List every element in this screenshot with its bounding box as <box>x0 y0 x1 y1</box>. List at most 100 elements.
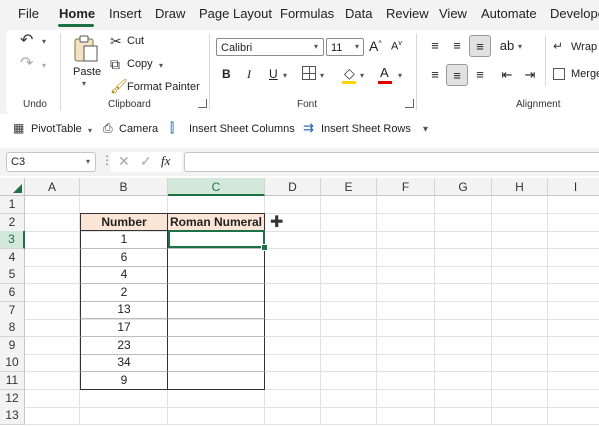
grid-cell[interactable] <box>25 372 80 390</box>
menu-draw[interactable]: Draw <box>155 6 185 21</box>
grid-cell[interactable] <box>25 319 80 338</box>
grid-cell[interactable] <box>321 284 377 302</box>
row-header-8[interactable]: 8 <box>0 319 25 338</box>
paste-icon[interactable] <box>72 34 100 64</box>
table-header-roman[interactable]: Roman Numeral <box>168 213 265 231</box>
grid-cell[interactable] <box>25 301 80 320</box>
insert-rows-icon[interactable]: ⇉ <box>303 121 314 134</box>
grid-cell[interactable] <box>492 389 548 408</box>
grid-cell[interactable] <box>321 248 377 267</box>
grid-cell[interactable] <box>265 354 321 373</box>
copy-button[interactable]: Copy <box>127 58 153 70</box>
increase-indent-icon[interactable]: ⇥ <box>519 64 541 86</box>
insert-sheet-columns-button[interactable]: Insert Sheet Columns <box>189 123 295 135</box>
shrink-font-button[interactable]: Av <box>391 40 402 53</box>
undo-icon[interactable]: ↶ <box>20 33 33 49</box>
grid-cell[interactable] <box>435 213 492 232</box>
redo-icon[interactable]: ↷ <box>20 56 33 72</box>
column-header-e[interactable]: E <box>321 178 377 196</box>
grid-cell[interactable] <box>168 407 265 426</box>
table-cell-roman[interactable] <box>168 354 265 373</box>
grid-cell[interactable] <box>377 231 435 250</box>
grid-cell[interactable] <box>377 266 435 285</box>
align-left-icon[interactable]: ≡ <box>424 64 446 86</box>
grid-cell[interactable] <box>435 196 492 214</box>
grid-cell[interactable] <box>377 336 435 355</box>
grid-cell[interactable] <box>25 196 80 214</box>
align-right-icon[interactable]: ≡ <box>469 64 491 86</box>
align-top-icon[interactable]: ≡ <box>424 35 446 57</box>
pivot-table-icon[interactable]: ▦ <box>13 122 24 134</box>
grid-cell[interactable] <box>25 213 80 232</box>
grid-cell[interactable] <box>377 301 435 320</box>
menu-developer[interactable]: Develope <box>550 6 599 21</box>
grid-cell[interactable] <box>321 319 377 338</box>
table-cell-number[interactable]: 34 <box>80 354 168 373</box>
grid-cell[interactable] <box>492 213 548 232</box>
table-cell-number[interactable]: 2 <box>80 283 168 302</box>
row-header-6[interactable]: 6 <box>0 284 25 302</box>
grid-cell[interactable] <box>265 266 321 285</box>
row-header-12[interactable]: 12 <box>0 389 25 408</box>
grid-cell[interactable] <box>265 372 321 390</box>
grid-cell[interactable] <box>548 196 599 214</box>
format-painter-icon[interactable]: 🖌 <box>110 79 128 93</box>
font-name-select[interactable]: Calibri <box>216 38 324 56</box>
table-cell-roman[interactable] <box>168 266 265 285</box>
grid-cell[interactable] <box>492 336 548 355</box>
font-color-dropdown-icon[interactable]: ▾ <box>398 71 402 80</box>
table-cell-number[interactable]: 4 <box>80 266 168 285</box>
enter-icon[interactable]: ✓ <box>140 153 152 170</box>
grid-cell[interactable] <box>548 407 599 426</box>
grid-cell[interactable] <box>377 284 435 302</box>
menu-automate[interactable]: Automate <box>481 6 537 21</box>
column-header-i[interactable]: I <box>548 178 599 196</box>
table-cell-number[interactable]: 1 <box>80 231 168 249</box>
grid-cell[interactable] <box>435 336 492 355</box>
menu-page-layout[interactable]: Page Layout <box>199 6 272 21</box>
grid-cell[interactable] <box>548 302 599 320</box>
grid-cell[interactable] <box>265 389 321 408</box>
grid-cell[interactable] <box>265 284 321 302</box>
grid-cell[interactable] <box>25 354 80 373</box>
merge-button[interactable]: Merge <box>571 68 599 80</box>
grid-cell[interactable] <box>377 213 435 232</box>
column-header-g[interactable]: G <box>435 178 492 196</box>
underline-button[interactable]: U <box>269 67 278 81</box>
menu-data[interactable]: Data <box>345 6 372 21</box>
fill-color-dropdown-icon[interactable]: ▾ <box>360 71 364 80</box>
grid-cell[interactable] <box>321 354 377 373</box>
menu-review[interactable]: Review <box>386 6 429 21</box>
copy-icon[interactable]: ⧉ <box>110 57 120 71</box>
column-header-f[interactable]: F <box>377 178 435 196</box>
pivot-table-dropdown-icon[interactable]: ▾ <box>88 126 92 135</box>
column-header-b[interactable]: B <box>80 178 168 196</box>
grid-cell[interactable] <box>265 301 321 320</box>
grid-cell[interactable] <box>492 266 548 285</box>
column-header-c[interactable]: C <box>168 178 265 196</box>
undo-dropdown-icon[interactable]: ▾ <box>42 37 46 46</box>
grid-cell[interactable] <box>492 196 548 214</box>
borders-dropdown-icon[interactable]: ▾ <box>320 71 324 80</box>
row-header-5[interactable]: 5 <box>0 266 25 285</box>
table-cell-number[interactable]: 9 <box>80 371 168 390</box>
grid-cell[interactable] <box>377 354 435 373</box>
table-cell-number[interactable]: 13 <box>80 301 168 320</box>
grid-cell[interactable] <box>435 301 492 320</box>
row-header-13[interactable]: 13 <box>0 407 25 426</box>
grid-cell[interactable] <box>435 266 492 285</box>
name-box[interactable]: C3 <box>6 152 96 172</box>
table-cell-number[interactable]: 17 <box>80 319 168 337</box>
menu-file[interactable]: File <box>18 6 39 21</box>
grid-cell[interactable] <box>321 231 377 250</box>
menu-insert[interactable]: Insert <box>109 6 142 21</box>
table-cell-number[interactable]: 23 <box>80 336 168 355</box>
grid-cell[interactable] <box>80 407 168 426</box>
grid-cell[interactable] <box>548 231 599 250</box>
grid-cell[interactable] <box>25 407 80 426</box>
align-center-icon[interactable]: ≡ <box>446 64 468 86</box>
grid-cell[interactable] <box>548 214 599 232</box>
cut-button[interactable]: Cut <box>127 35 144 47</box>
grid-cell[interactable] <box>435 407 492 426</box>
grid-cell[interactable] <box>25 389 80 408</box>
